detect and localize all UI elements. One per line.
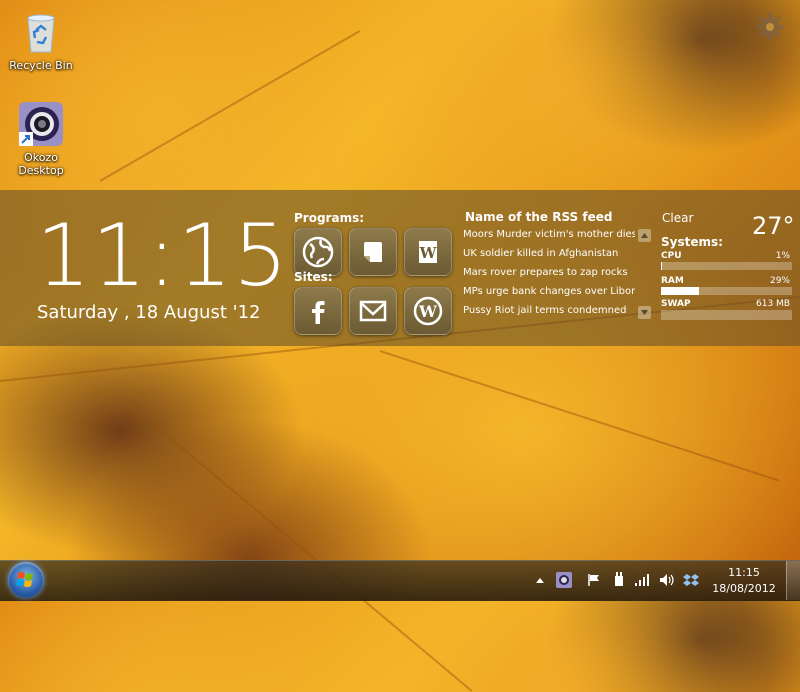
svg-text:W: W [419, 244, 438, 262]
notes-icon [364, 242, 382, 262]
recycle-bin-label: Recycle Bin [9, 59, 73, 72]
network-signal-icon[interactable] [634, 572, 650, 588]
chevron-up-icon [641, 233, 648, 238]
okozo-desktop-label: Okozo Desktop [18, 151, 64, 177]
facebook-icon [312, 301, 325, 324]
dropbox-icon[interactable] [683, 572, 699, 588]
ram-meter-fill [661, 287, 699, 295]
rss-scroll-down-button[interactable] [638, 306, 651, 319]
rss-item[interactable]: Mars rover prepares to zap rocks [463, 267, 635, 278]
programs-label: Programs: [294, 211, 365, 225]
power-icon[interactable] [611, 572, 627, 588]
chevron-down-icon [641, 310, 648, 315]
ram-value: 29% [769, 276, 790, 286]
site-gmail-button[interactable] [349, 287, 397, 335]
cpu-value: 1% [775, 251, 790, 261]
okozo-tray-icon[interactable] [556, 572, 572, 588]
weather-condition: Clear [662, 211, 694, 225]
ram-meter [661, 287, 792, 295]
program-globe-button[interactable] [294, 228, 342, 276]
taskbar [0, 560, 800, 601]
settings-gear-icon[interactable] [755, 12, 785, 42]
recycle-bin-icon [18, 10, 64, 56]
okozo-desktop-icon[interactable]: Okozo Desktop [6, 100, 76, 177]
windows-logo-icon [16, 572, 33, 587]
rss-feed-title: Name of the RSS feed [465, 210, 613, 224]
clock-date: Saturday , 18 August '12 [37, 302, 261, 323]
rss-item[interactable]: MPs urge bank changes over Libor [463, 286, 635, 297]
globe-icon [302, 236, 334, 268]
swap-meter [661, 310, 792, 320]
cpu-meter-fill [661, 262, 663, 270]
taskbar-clock-date[interactable]: 18/08/2012 [706, 582, 782, 595]
sites-label: Sites: [294, 270, 333, 284]
ram-label: RAM [661, 276, 684, 286]
site-wordpress-button[interactable]: W [404, 287, 452, 335]
weather-temperature: 27° [752, 212, 795, 240]
rss-item[interactable]: UK soldier killed in Afghanistan [463, 248, 635, 259]
rss-item[interactable]: Moors Murder victim's mother dies [463, 229, 635, 240]
okozo-icon [17, 100, 65, 148]
systems-title: Systems: [661, 235, 723, 249]
leaf-vein [379, 350, 780, 482]
site-facebook-button[interactable] [294, 287, 342, 335]
swap-label: SWAP [661, 299, 691, 309]
program-notes-button[interactable] [349, 228, 397, 276]
volume-icon[interactable] [659, 572, 675, 588]
leaf-vein [99, 30, 361, 182]
swap-value: 613 MB [756, 299, 790, 309]
program-word-button[interactable]: W [404, 228, 452, 276]
leaf-vein [149, 420, 473, 692]
cpu-meter [661, 262, 792, 270]
word-icon: W [419, 241, 438, 263]
clock-time: 11:15 [36, 206, 289, 306]
cpu-label: CPU [661, 251, 682, 261]
svg-text:W: W [418, 302, 438, 321]
start-button[interactable] [8, 562, 44, 598]
show-desktop-button[interactable] [786, 561, 800, 600]
action-center-flag-icon[interactable] [586, 572, 602, 588]
wordpress-icon: W [413, 296, 443, 326]
show-hidden-icon[interactable] [532, 572, 548, 588]
rss-scroll-up-button[interactable] [638, 229, 651, 242]
taskbar-clock-time[interactable]: 11:15 [706, 566, 782, 579]
gmail-icon [359, 300, 387, 322]
rss-item[interactable]: Pussy Riot jail terms condemned [463, 305, 635, 316]
recycle-bin-desktop-icon[interactable]: Recycle Bin [6, 10, 76, 72]
